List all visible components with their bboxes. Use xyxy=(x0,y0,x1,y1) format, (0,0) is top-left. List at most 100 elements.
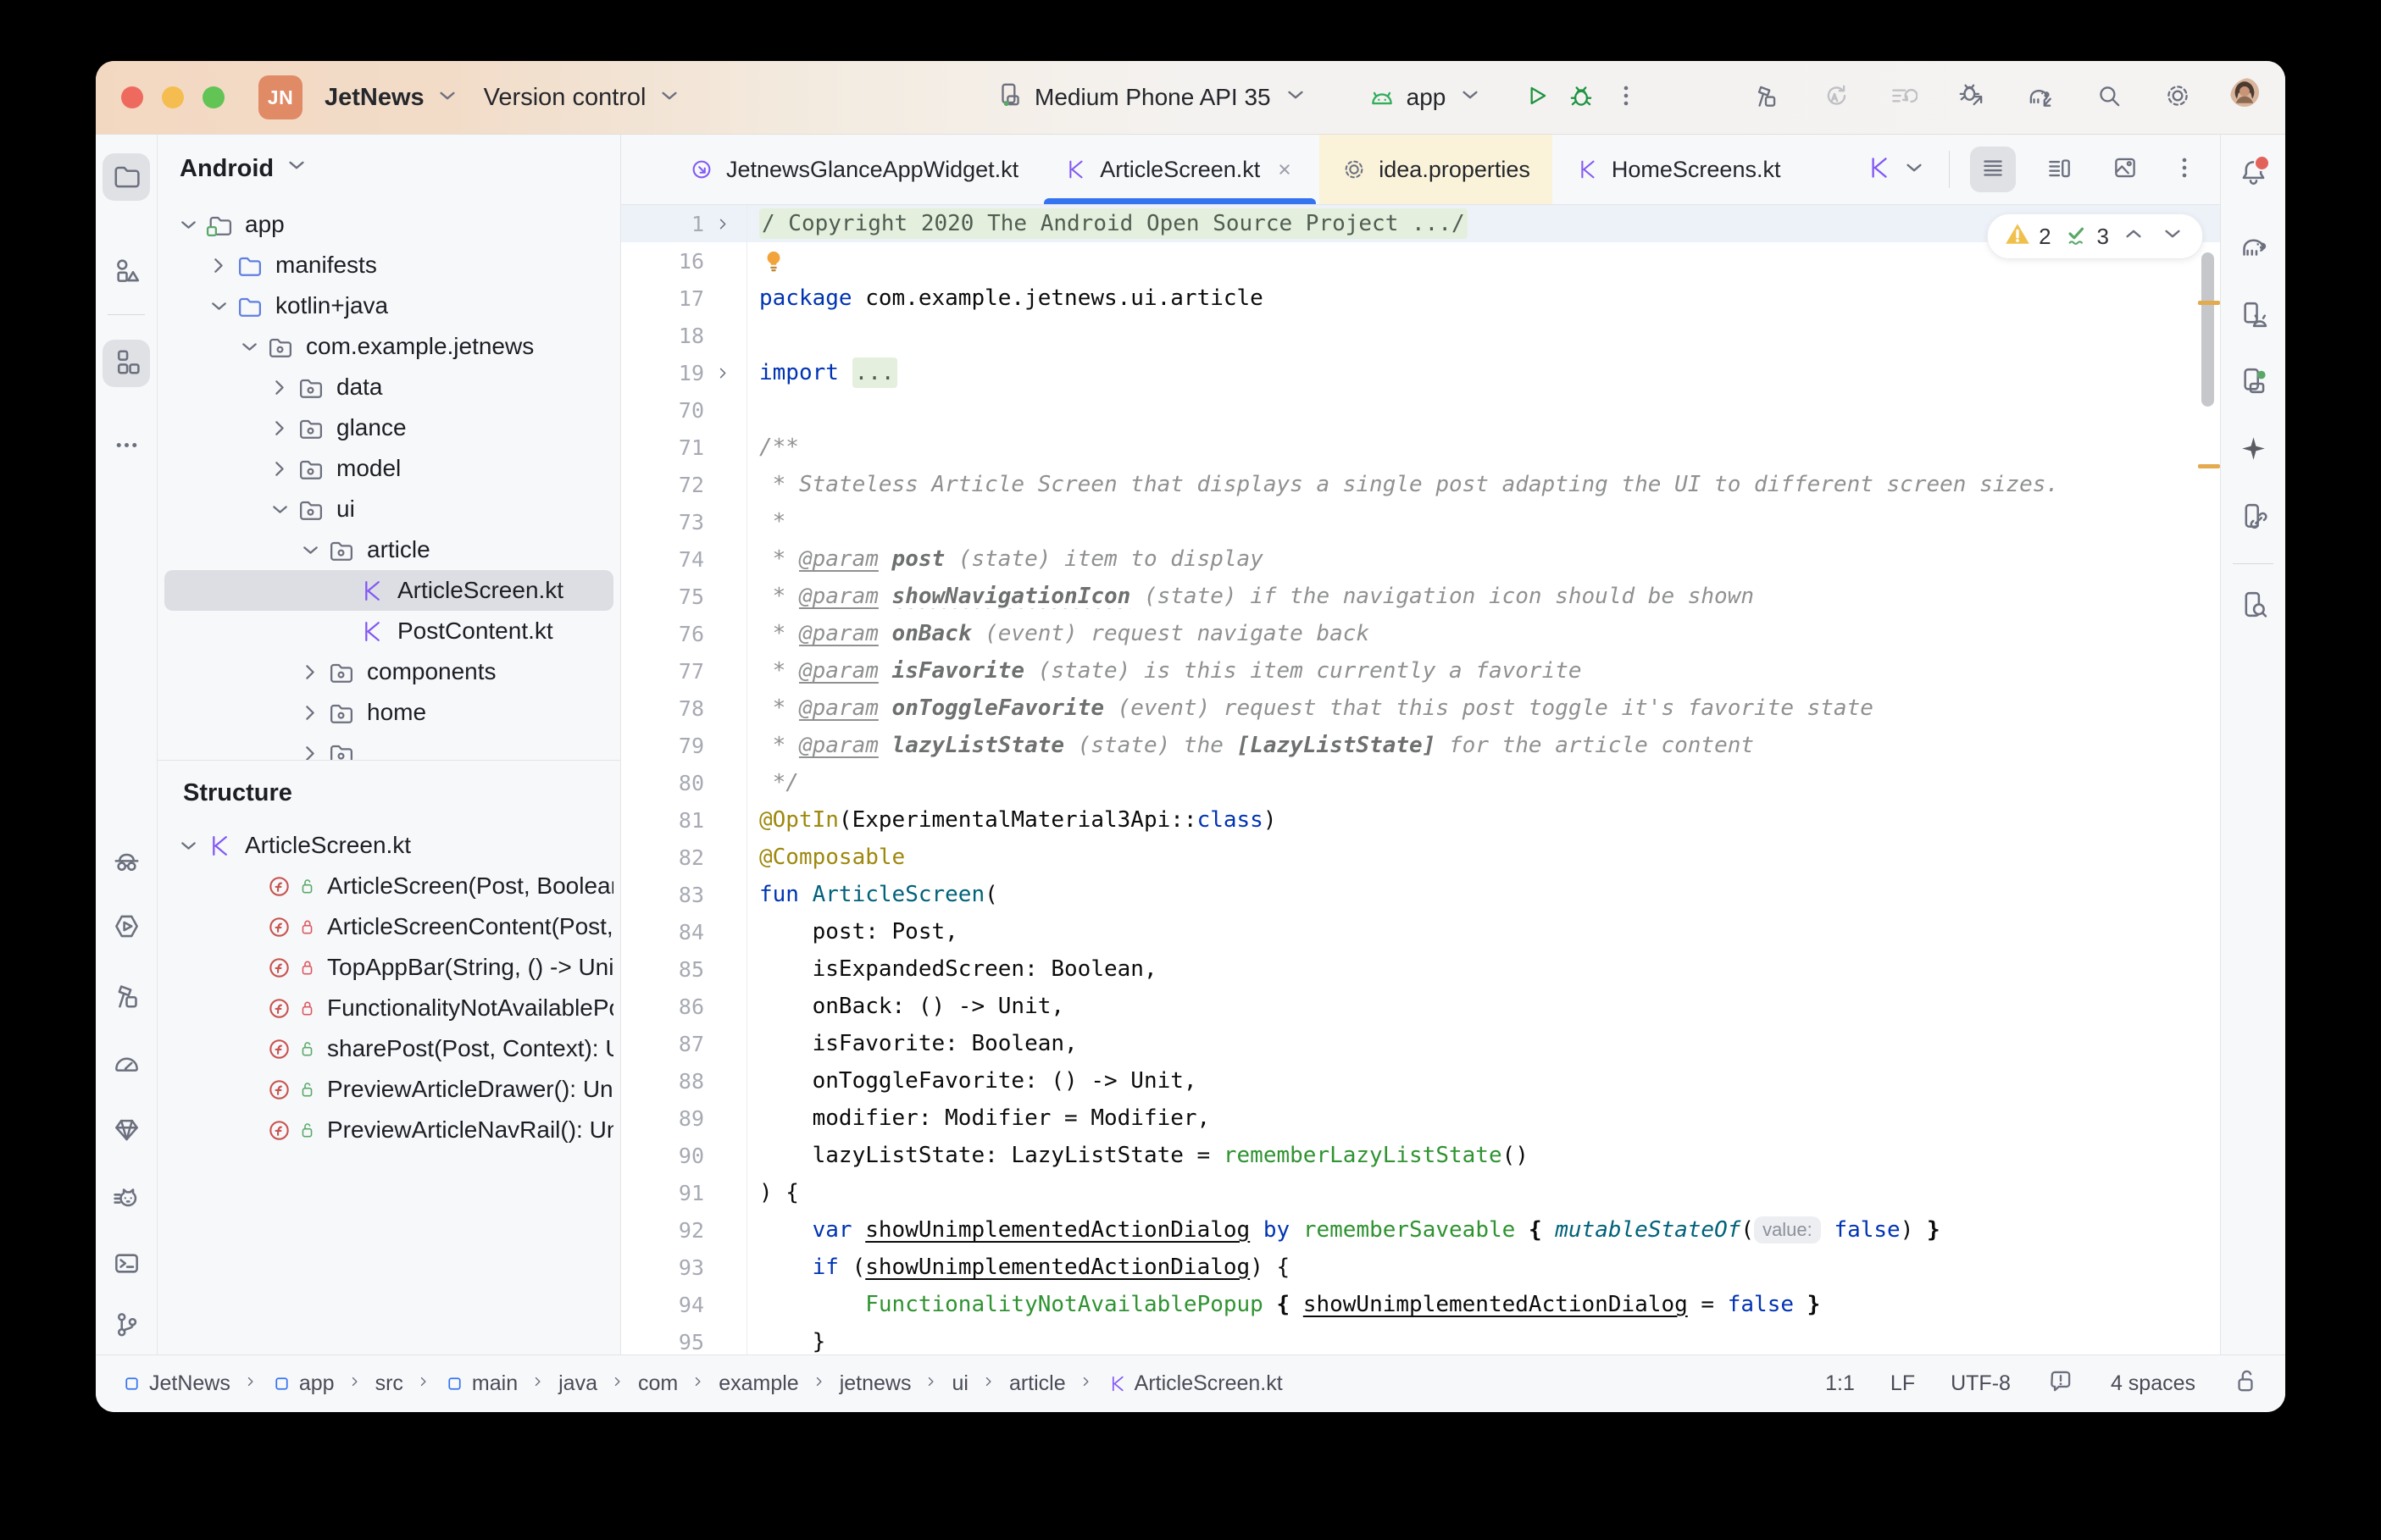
gutter[interactable]: 86 xyxy=(621,988,747,1025)
encoding-widget[interactable]: UTF-8 xyxy=(1951,1371,2011,1396)
settings-button[interactable] xyxy=(2162,82,2193,114)
device-selector[interactable]: Medium Phone API 35 xyxy=(996,80,1310,115)
code-line-17[interactable]: 17package com.example.jetnews.ui.article xyxy=(621,280,2220,317)
gradle-sync-button[interactable] xyxy=(2024,82,2056,114)
tree-item-clipped[interactable] xyxy=(164,733,613,760)
debug-button[interactable] xyxy=(1565,82,1596,114)
tree-item-PostContent.kt[interactable]: PostContent.kt xyxy=(164,611,613,651)
gutter[interactable]: 77 xyxy=(621,652,747,690)
tree-item-app[interactable]: app xyxy=(164,204,613,245)
gutter[interactable]: 84 xyxy=(621,913,747,950)
terminal-button[interactable] xyxy=(103,1241,150,1288)
run-configuration-selector[interactable]: app xyxy=(1368,80,1485,115)
gutter[interactable]: 95 xyxy=(621,1323,747,1354)
attach-debugger-button[interactable] xyxy=(1956,82,1987,114)
structure-item-2[interactable]: ArticleScreenContent(Post, () xyxy=(164,906,613,947)
gutter[interactable]: 79 xyxy=(621,727,747,764)
gutter[interactable]: 88 xyxy=(621,1062,747,1100)
gutter[interactable]: 73 xyxy=(621,503,747,540)
indent-widget[interactable]: 4 spaces xyxy=(2111,1371,2195,1396)
gutter[interactable]: 75 xyxy=(621,578,747,615)
gutter[interactable]: 82 xyxy=(621,839,747,876)
structure-item-4[interactable]: FunctionalityNotAvailablePop xyxy=(164,988,613,1028)
device-explorer-button[interactable] xyxy=(2229,582,2277,629)
breadcrumb-item-app[interactable]: app xyxy=(271,1371,335,1396)
breadcrumb-item-ui[interactable]: ui xyxy=(952,1371,968,1396)
gutter[interactable]: 1 xyxy=(621,205,747,242)
gutter[interactable]: 76 xyxy=(621,615,747,652)
close-tab-button[interactable] xyxy=(1272,157,1297,182)
previous-problem-button[interactable] xyxy=(2119,219,2148,254)
gradle-tool-button[interactable] xyxy=(2229,223,2277,270)
breadcrumb-item-article[interactable]: article xyxy=(1009,1371,1066,1396)
breadcrumb-item-java[interactable]: java xyxy=(558,1371,597,1396)
editor-tab-idea.properties[interactable]: idea.properties xyxy=(1319,135,1552,204)
hidden-tabs-dropdown[interactable] xyxy=(1864,153,1929,186)
code-line-19[interactable]: 19import ... xyxy=(621,354,2220,391)
gutter[interactable]: 85 xyxy=(621,950,747,988)
code-line-87[interactable]: 87 isFavorite: Boolean, xyxy=(621,1025,2220,1062)
gutter[interactable]: 16 xyxy=(621,242,747,280)
code-line-76[interactable]: 76 * @param onBack (event) request navig… xyxy=(621,615,2220,652)
gemini-button[interactable] xyxy=(2229,426,2277,474)
gutter[interactable]: 83 xyxy=(621,876,747,913)
gutter[interactable]: 74 xyxy=(621,540,747,578)
code-line-85[interactable]: 85 isExpandedScreen: Boolean, xyxy=(621,950,2220,988)
run-button[interactable] xyxy=(1520,82,1551,114)
warnings-count[interactable]: 2 xyxy=(2003,219,2051,254)
breadcrumb-item-jetnews[interactable]: jetnews xyxy=(840,1371,912,1396)
code-line-91[interactable]: 91) { xyxy=(621,1174,2220,1211)
structure-item-1[interactable]: ArticleScreen(Post, Boolean, xyxy=(164,866,613,906)
gutter[interactable]: 72 xyxy=(621,466,747,503)
code-line-73[interactable]: 73 * xyxy=(621,503,2220,540)
code-line-70[interactable]: 70 xyxy=(621,391,2220,429)
services-button[interactable] xyxy=(103,904,150,951)
gutter[interactable]: 81 xyxy=(621,801,747,839)
version-control-button[interactable] xyxy=(103,1302,150,1349)
resource-manager-button[interactable] xyxy=(103,248,150,296)
close-window-button[interactable] xyxy=(121,86,143,108)
gutter[interactable]: 92 xyxy=(621,1211,747,1249)
editor-tab-JetnewsGlanceAppWidget.kt[interactable]: JetnewsGlanceAppWidget.kt xyxy=(667,135,1041,204)
app-inspection-button[interactable] xyxy=(103,839,150,887)
search-everywhere-button[interactable] xyxy=(2093,82,2124,114)
notifications-button[interactable] xyxy=(2229,150,2277,197)
gutter[interactable]: 78 xyxy=(621,690,747,727)
tree-item-glance[interactable]: glance xyxy=(164,407,613,448)
breadcrumb-item-com[interactable]: com xyxy=(638,1371,678,1396)
structure-item-root[interactable]: ArticleScreen.kt xyxy=(164,825,613,866)
code-line-90[interactable]: 90 lazyListState: LazyListState = rememb… xyxy=(621,1137,2220,1174)
code-line-79[interactable]: 79 * @param lazyListState (state) the [L… xyxy=(621,727,2220,764)
code-line-83[interactable]: 83fun ArticleScreen( xyxy=(621,876,2220,913)
code-line-86[interactable]: 86 onBack: () -> Unit, xyxy=(621,988,2220,1025)
gutter[interactable]: 17 xyxy=(621,280,747,317)
gutter[interactable]: 91 xyxy=(621,1174,747,1211)
tree-item-kotlin+java[interactable]: kotlin+java xyxy=(164,285,613,326)
tree-item-components[interactable]: components xyxy=(164,651,613,692)
passed-inspections-count[interactable]: 3 xyxy=(2062,219,2109,254)
gutter[interactable]: 90 xyxy=(621,1137,747,1174)
gutter[interactable]: 93 xyxy=(621,1249,747,1286)
sync-translations-button[interactable] xyxy=(1818,82,1850,114)
code-line-82[interactable]: 82@Composable xyxy=(621,839,2220,876)
user-avatar[interactable] xyxy=(2230,78,2270,118)
breadcrumb-item-JetNews[interactable]: JetNews xyxy=(121,1371,230,1396)
code-line-89[interactable]: 89 modifier: Modifier = Modifier, xyxy=(621,1100,2220,1137)
preview-view-button[interactable] xyxy=(2102,147,2148,192)
gutter[interactable]: 19 xyxy=(621,354,747,391)
warning-stripe-mark[interactable] xyxy=(2198,301,2220,305)
profiler-actions-button[interactable] xyxy=(1887,82,1918,114)
code-line-74[interactable]: 74 * @param post (state) item to display xyxy=(621,540,2220,578)
tree-item-manifests[interactable]: manifests xyxy=(164,245,613,285)
tree-item-ArticleScreen.kt[interactable]: ArticleScreen.kt xyxy=(164,570,613,611)
breadcrumb-item-example[interactable]: example xyxy=(719,1371,799,1396)
code-line-78[interactable]: 78 * @param onToggleFavorite (event) req… xyxy=(621,690,2220,727)
breadcrumb-item-ArticleScreen.kt[interactable]: ArticleScreen.kt xyxy=(1107,1371,1283,1396)
device-streaming-button[interactable] xyxy=(2229,494,2277,541)
device-manager-button[interactable] xyxy=(2229,292,2277,340)
code-area[interactable]: 1/ Copyright 2020 The Android Open Sourc… xyxy=(621,205,2220,1354)
code-line-93[interactable]: 93 if (showUnimplementedActionDialog) { xyxy=(621,1249,2220,1286)
code-line-80[interactable]: 80 */ xyxy=(621,764,2220,801)
tree-item-ui[interactable]: ui xyxy=(164,489,613,529)
build-button[interactable] xyxy=(1750,82,1781,114)
